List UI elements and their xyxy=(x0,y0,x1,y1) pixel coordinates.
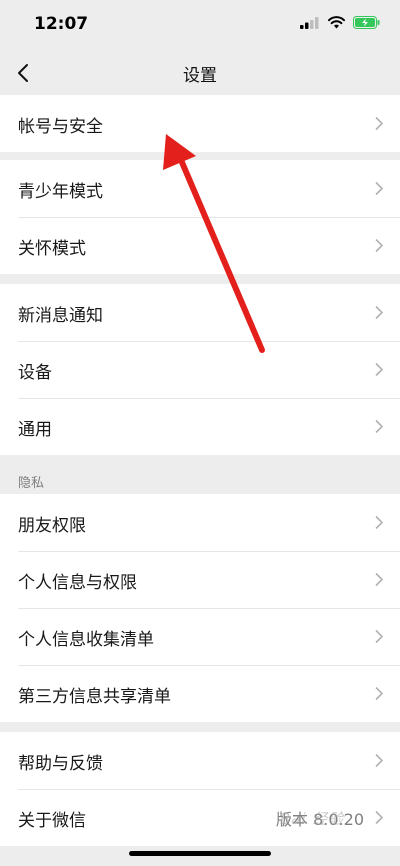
chevron-right-icon xyxy=(375,362,384,377)
cellular-signal-icon xyxy=(300,16,319,29)
settings-item-help-feedback[interactable]: 帮助与反馈 xyxy=(0,732,400,789)
settings-group-general: 新消息通知 设备 通用 xyxy=(0,284,400,455)
settings-item-label: 帮助与反馈 xyxy=(18,754,103,774)
section-header-privacy: 隐私 xyxy=(18,476,45,491)
navigation-bar: 设置 xyxy=(0,50,400,94)
chevron-right-icon xyxy=(375,116,384,131)
battery-charging-icon xyxy=(353,16,380,29)
chevron-right-icon xyxy=(375,629,384,644)
settings-item-label: 关怀模式 xyxy=(18,239,86,259)
settings-item-label: 帐号与安全 xyxy=(18,117,103,137)
chevron-right-icon xyxy=(375,305,384,320)
home-indicator xyxy=(129,851,271,856)
chevron-right-icon xyxy=(375,181,384,196)
settings-group-privacy: 朋友权限 个人信息与权限 个人信息收集清单 第三方信息共享清单 xyxy=(0,494,400,722)
settings-item-label: 青少年模式 xyxy=(18,182,103,202)
status-time: 12:07 xyxy=(34,14,89,34)
settings-item-teen-mode[interactable]: 青少年模式 xyxy=(0,160,400,217)
chevron-right-icon xyxy=(375,515,384,530)
settings-item-third-party-sharing-list[interactable]: 第三方信息共享清单 xyxy=(0,665,400,722)
chevron-right-icon xyxy=(375,686,384,701)
chevron-right-icon xyxy=(375,238,384,253)
settings-item-devices[interactable]: 设备 xyxy=(0,341,400,398)
settings-item-general[interactable]: 通用 xyxy=(0,398,400,455)
page-title: 设置 xyxy=(183,66,217,86)
wifi-icon xyxy=(328,16,345,29)
settings-item-notifications[interactable]: 新消息通知 xyxy=(0,284,400,341)
settings-item-label: 个人信息与权限 xyxy=(18,573,137,593)
settings-item-info-collection-list[interactable]: 个人信息收集清单 xyxy=(0,608,400,665)
settings-group-modes: 青少年模式 关怀模式 xyxy=(0,160,400,274)
settings-item-label: 个人信息收集清单 xyxy=(18,630,154,650)
status-bar: 12:07 xyxy=(0,0,400,50)
chevron-right-icon xyxy=(375,419,384,434)
settings-item-label: 通用 xyxy=(18,420,52,440)
chevron-right-icon xyxy=(375,572,384,587)
settings-item-label: 朋友权限 xyxy=(18,516,86,536)
chevron-right-icon xyxy=(375,810,384,825)
settings-item-label: 设备 xyxy=(18,363,52,383)
status-icons xyxy=(300,16,380,29)
settings-item-personal-info-permissions[interactable]: 个人信息与权限 xyxy=(0,551,400,608)
watermark: Bai 经验 xyxy=(280,810,345,828)
settings-item-label: 新消息通知 xyxy=(18,306,103,326)
settings-group-account: 帐号与安全 xyxy=(0,95,400,152)
chevron-right-icon xyxy=(375,753,384,768)
settings-item-label: 第三方信息共享清单 xyxy=(18,687,171,707)
settings-item-account-security[interactable]: 帐号与安全 xyxy=(0,95,400,152)
settings-item-label: 关于微信 xyxy=(18,811,86,831)
settings-item-care-mode[interactable]: 关怀模式 xyxy=(0,217,400,274)
settings-item-friend-permissions[interactable]: 朋友权限 xyxy=(0,494,400,551)
